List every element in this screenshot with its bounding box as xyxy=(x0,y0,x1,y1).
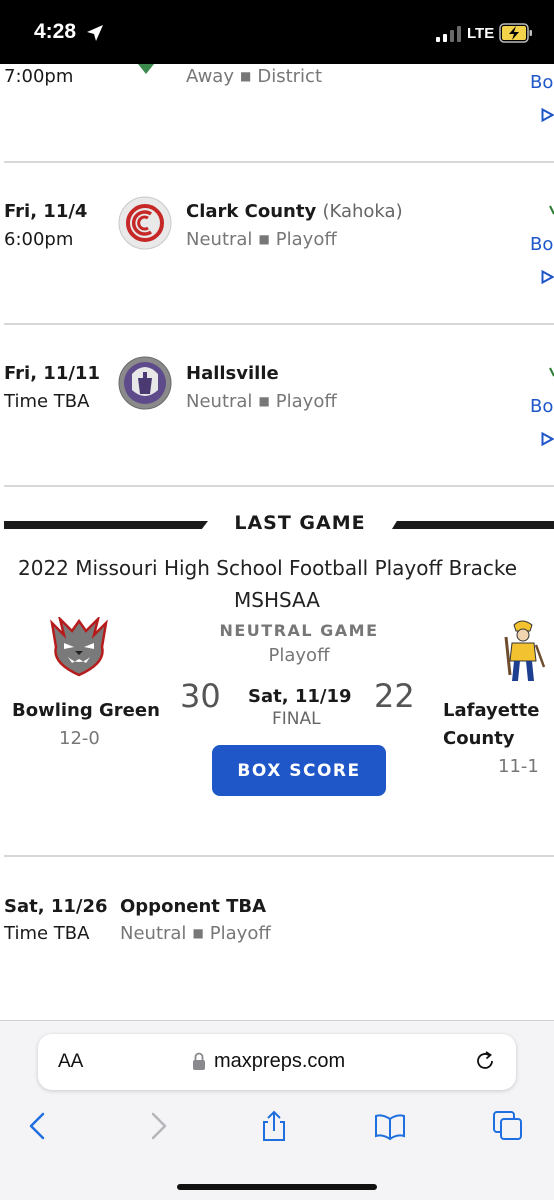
box-score-link[interactable]: Bo xyxy=(530,72,553,93)
lafayette-county-logo[interactable] xyxy=(498,617,546,683)
signal-strength-icon xyxy=(436,26,461,42)
game-site: Neutral xyxy=(186,229,253,250)
game-time: Time TBA xyxy=(4,391,90,412)
play-icon[interactable] xyxy=(541,108,554,122)
game-time: Time TBA xyxy=(4,923,90,944)
separator-dot: ■ xyxy=(192,926,204,940)
game-time: 7:00pm xyxy=(4,66,74,87)
game-status: FINAL xyxy=(272,709,321,729)
clark-county-logo xyxy=(118,196,172,250)
section-rule-right xyxy=(392,521,554,529)
separator-dot: ■ xyxy=(258,394,270,408)
bowling-green-logo[interactable] xyxy=(46,617,112,677)
status-bar: 4:28 LTE xyxy=(0,0,554,64)
opponent-name: Clark County (Kahoka) xyxy=(186,201,403,222)
home-indicator xyxy=(177,1184,377,1190)
away-team-name-line1[interactable]: Lafayette xyxy=(443,700,539,721)
game-meta: Neutral ■ Playoff xyxy=(186,391,337,412)
result-check-icon xyxy=(549,205,554,215)
row-divider xyxy=(4,161,554,163)
game-meta: Away ■ District xyxy=(186,66,322,87)
away-score: 22 xyxy=(374,677,415,715)
share-icon[interactable] xyxy=(258,1110,290,1142)
location-arrow-icon xyxy=(87,25,103,41)
association-name: MSHSAA xyxy=(234,588,320,612)
opponent-location: (Kahoka) xyxy=(322,201,403,222)
game-type: Playoff xyxy=(275,391,337,412)
opponent-name: Opponent TBA xyxy=(120,896,267,917)
home-score: 30 xyxy=(180,677,221,715)
reload-icon[interactable] xyxy=(474,1050,496,1072)
separator-dot: ■ xyxy=(258,232,270,246)
game-site: Neutral xyxy=(186,391,253,412)
home-team-name[interactable]: Bowling Green xyxy=(12,700,160,721)
game-site: Neutral xyxy=(120,923,187,944)
last-game-heading: LAST GAME xyxy=(234,512,366,534)
away-team-name-line2[interactable]: County xyxy=(443,728,515,749)
game-date: Sat, 11/19 xyxy=(248,686,352,707)
hallsville-logo xyxy=(118,356,172,410)
forward-icon[interactable] xyxy=(142,1110,174,1142)
row-divider xyxy=(4,323,554,325)
game-date: Fri, 11/11 xyxy=(4,363,100,384)
game-time: 6:00pm xyxy=(4,229,74,250)
lock-icon xyxy=(193,1052,205,1070)
separator-dot: ■ xyxy=(240,69,252,83)
tabs-icon[interactable] xyxy=(492,1110,524,1142)
home-team-record: 12-0 xyxy=(59,728,100,749)
box-score-link[interactable]: Bo xyxy=(530,234,553,255)
back-icon[interactable] xyxy=(22,1110,54,1142)
game-meta: Neutral ■ Playoff xyxy=(186,229,337,250)
play-icon[interactable] xyxy=(541,270,554,284)
game-type: District xyxy=(257,66,322,87)
url-text[interactable]: maxpreps.com xyxy=(214,1050,345,1073)
box-score-button[interactable]: BOX SCORE xyxy=(212,745,386,796)
section-rule-left xyxy=(4,521,208,529)
away-team-record: 11-1 xyxy=(498,756,539,777)
reader-settings-button[interactable]: AA xyxy=(58,1051,83,1073)
game-meta: Neutral ■ Playoff xyxy=(120,923,271,944)
status-time: 4:28 xyxy=(34,20,77,43)
game-date: Fri, 11/4 xyxy=(4,201,88,222)
result-check-icon xyxy=(549,367,554,377)
game-date: Sat, 11/26 xyxy=(4,896,108,917)
battery-charging-icon xyxy=(499,23,532,43)
opponent-team: Clark County xyxy=(186,201,317,222)
box-score-link[interactable]: Bo xyxy=(530,396,553,417)
game-type: Playoff xyxy=(275,229,337,250)
bookmarks-icon[interactable] xyxy=(374,1110,406,1142)
network-label: LTE xyxy=(467,25,495,42)
opponent-name: Hallsville xyxy=(186,363,279,384)
game-type: Playoff xyxy=(209,923,271,944)
play-icon[interactable] xyxy=(541,432,554,446)
team-logo-fragment xyxy=(138,64,154,74)
row-divider xyxy=(4,855,554,857)
game-site: Away xyxy=(186,66,234,87)
row-divider xyxy=(4,485,554,487)
bracket-title[interactable]: 2022 Missouri High School Football Playo… xyxy=(18,556,517,580)
